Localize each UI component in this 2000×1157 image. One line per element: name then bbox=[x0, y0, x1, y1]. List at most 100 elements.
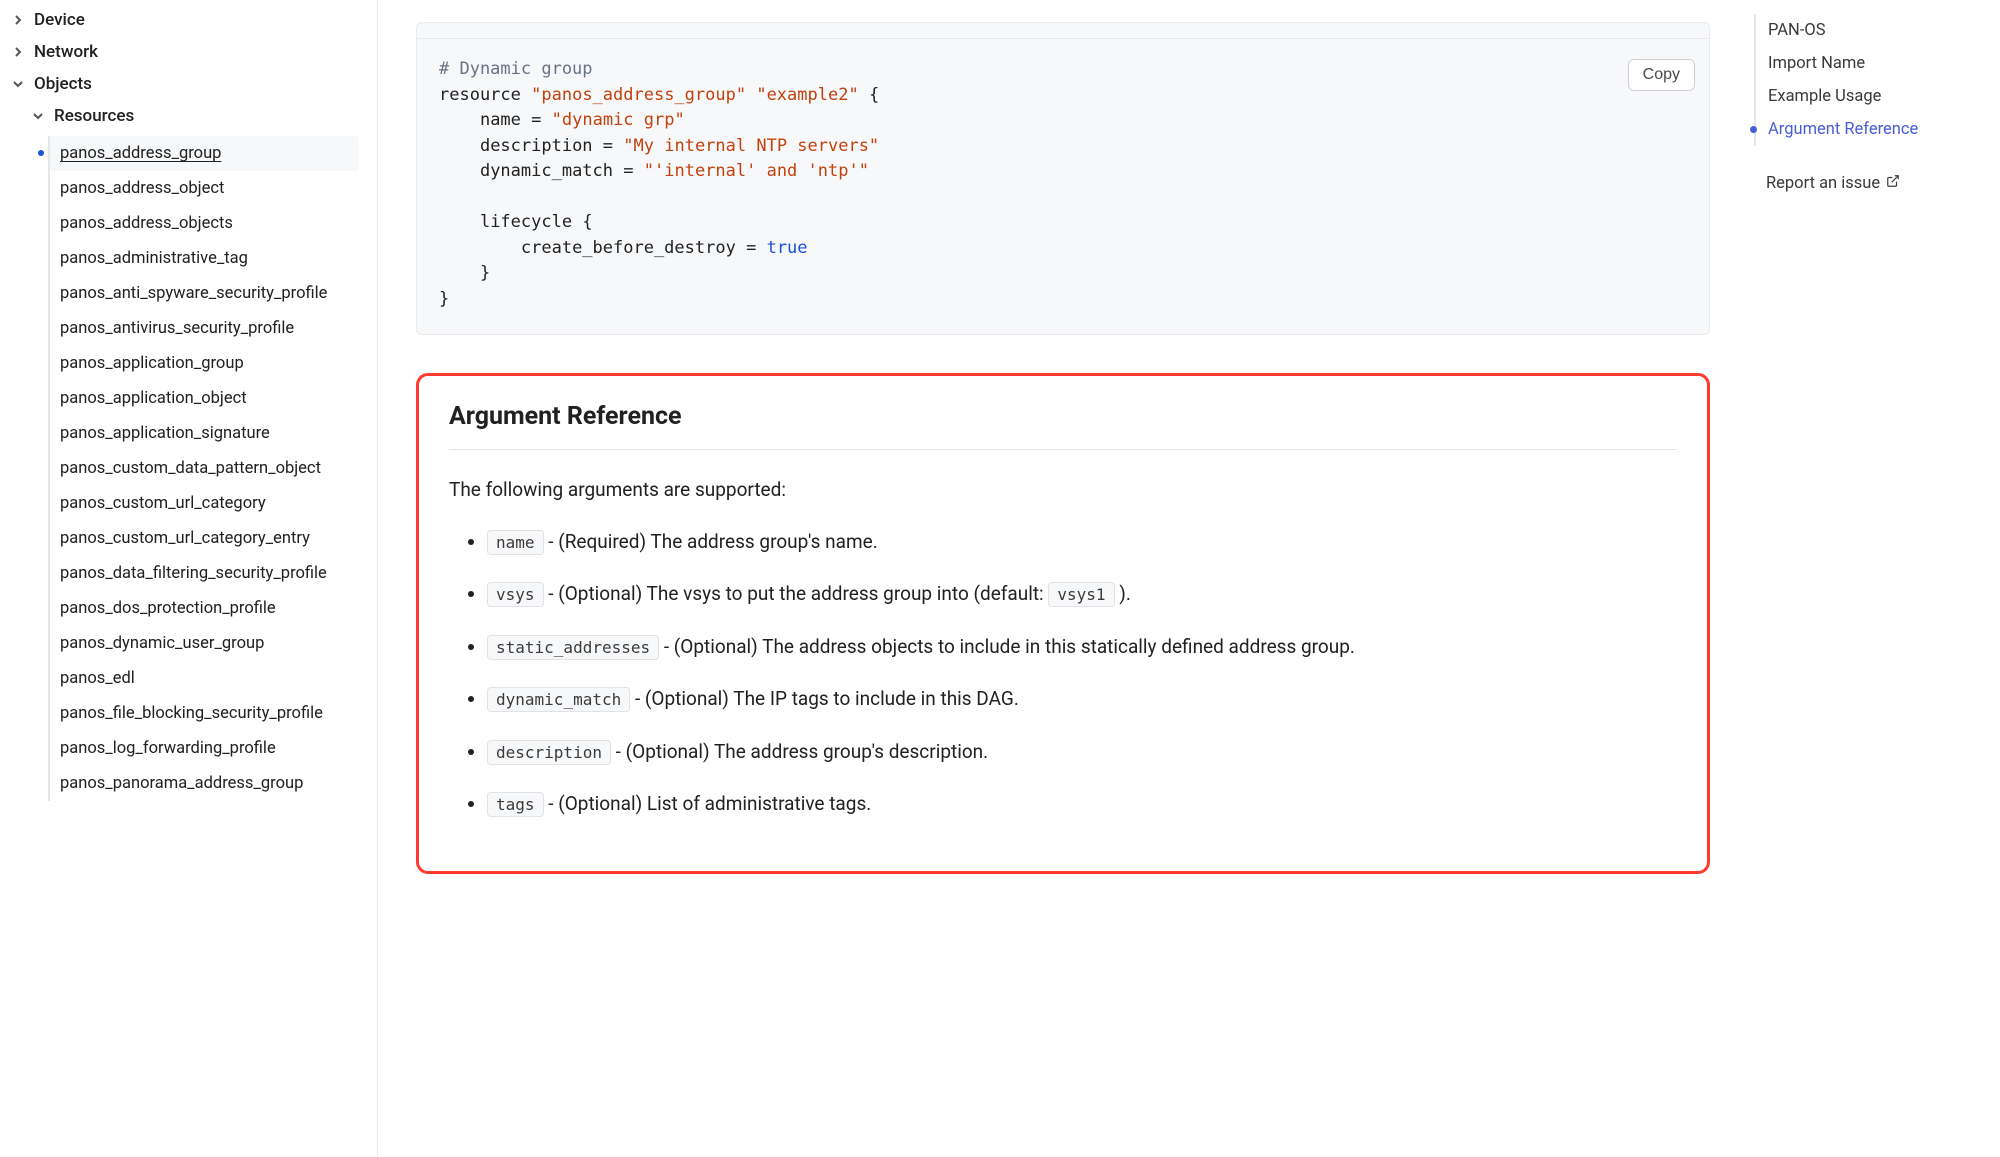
argument-item: tags - (Optional) List of administrative… bbox=[487, 789, 1677, 819]
nav-objects[interactable]: Objects bbox=[0, 68, 377, 100]
right-sidebar: PAN-OS Import Name Example Usage Argumen… bbox=[1738, 0, 2000, 1157]
resource-link: panos_anti_spyware_security_profile bbox=[60, 284, 327, 303]
code-string: "'internal' and 'ntp'" bbox=[644, 161, 869, 181]
arg-desc: - (Optional) List of administrative tags… bbox=[544, 792, 872, 815]
nav-resources[interactable]: Resources bbox=[0, 100, 377, 132]
resource-link: panos_antivirus_security_profile bbox=[60, 319, 294, 338]
toc-item[interactable]: PAN-OS bbox=[1754, 14, 2000, 47]
code-token: resource bbox=[439, 85, 521, 105]
code-string: "My internal NTP servers" bbox=[623, 136, 879, 156]
report-label: Report an issue bbox=[1766, 174, 1880, 193]
nav-device[interactable]: Device bbox=[0, 4, 377, 36]
arg-code: static_addresses bbox=[487, 635, 659, 660]
section-intro: The following arguments are supported: bbox=[449, 478, 1677, 501]
argument-item: static_addresses - (Optional) The addres… bbox=[487, 632, 1677, 662]
chevron-right-icon bbox=[12, 46, 24, 58]
rule bbox=[449, 449, 1677, 450]
code-token: { bbox=[582, 212, 592, 232]
external-link-icon bbox=[1886, 174, 1900, 193]
code-string: "example2" bbox=[756, 85, 858, 105]
code-token: = bbox=[746, 238, 756, 258]
resource-item[interactable]: panos_data_filtering_security_profile bbox=[50, 556, 359, 591]
resource-item[interactable]: panos_application_group bbox=[50, 346, 359, 381]
code-token: = bbox=[623, 161, 633, 181]
code-string: "dynamic grp" bbox=[552, 110, 685, 130]
argument-item: vsys - (Optional) The vsys to put the ad… bbox=[487, 579, 1677, 609]
code-token: } bbox=[480, 263, 490, 283]
nav-label: Device bbox=[34, 10, 85, 30]
toc-item[interactable]: Import Name bbox=[1754, 47, 2000, 80]
code-token: = bbox=[603, 136, 613, 156]
resource-link: panos_administrative_tag bbox=[60, 249, 248, 268]
resource-item[interactable]: panos_address_objects bbox=[50, 206, 359, 241]
resource-item[interactable]: panos_administrative_tag bbox=[50, 241, 359, 276]
code-block: Copy # Dynamic group resource "panos_addr… bbox=[416, 22, 1710, 335]
resource-link: panos_edl bbox=[60, 669, 135, 688]
arg-desc: - (Optional) The IP tags to include in t… bbox=[630, 687, 1019, 710]
argument-item: name - (Required) The address group's na… bbox=[487, 527, 1677, 557]
chevron-right-icon bbox=[12, 14, 24, 26]
argument-item: description - (Optional) The address gro… bbox=[487, 737, 1677, 767]
resource-item[interactable]: panos_address_object bbox=[50, 171, 359, 206]
code-block-top bbox=[417, 23, 1709, 39]
code-comment: # Dynamic group bbox=[439, 59, 593, 79]
section-title: Argument Reference bbox=[449, 402, 1677, 431]
resource-link: panos_custom_data_pattern_object bbox=[60, 459, 321, 478]
resource-link: panos_panorama_address_group bbox=[60, 774, 303, 793]
resource-item[interactable]: panos_anti_spyware_security_profile bbox=[50, 276, 359, 311]
toc-separator bbox=[1754, 146, 2000, 166]
arg-code: tags bbox=[487, 792, 544, 817]
resource-item[interactable]: panos_log_forwarding_profile bbox=[50, 731, 359, 766]
code-token: name bbox=[480, 110, 521, 130]
resource-item[interactable]: panos_custom_data_pattern_object bbox=[50, 451, 359, 486]
arg-code: description bbox=[487, 740, 611, 765]
code-token: } bbox=[439, 289, 449, 309]
arg-code: dynamic_match bbox=[487, 687, 630, 712]
resource-item[interactable]: panos_application_object bbox=[50, 381, 359, 416]
code-token: description bbox=[480, 136, 593, 156]
nav-label: Resources bbox=[54, 106, 134, 126]
resource-link: panos_address_objects bbox=[60, 214, 233, 233]
resource-item[interactable]: panos_dynamic_user_group bbox=[50, 626, 359, 661]
argument-reference-section: Argument Reference The following argumen… bbox=[416, 373, 1710, 874]
report-issue-link[interactable]: Report an issue bbox=[1754, 166, 2000, 201]
resource-link: panos_dynamic_user_group bbox=[60, 634, 264, 653]
code-token: dynamic_match bbox=[480, 161, 613, 181]
resource-link: panos_file_blocking_security_profile bbox=[60, 704, 323, 723]
resource-link: panos_dos_protection_profile bbox=[60, 599, 276, 618]
resource-item[interactable]: panos_antivirus_security_profile bbox=[50, 311, 359, 346]
resource-link: panos_application_group bbox=[60, 354, 244, 373]
arg-desc: - (Optional) The address group's descrip… bbox=[611, 740, 988, 763]
arg-code: vsys bbox=[487, 582, 544, 607]
code-token: { bbox=[869, 85, 879, 105]
code-token: create_before_destroy bbox=[521, 238, 736, 258]
resource-item[interactable]: panos_custom_url_category bbox=[50, 486, 359, 521]
resource-item[interactable]: panos_panorama_address_group bbox=[50, 766, 359, 801]
resource-link: panos_custom_url_category_entry bbox=[60, 529, 310, 548]
copy-button[interactable]: Copy bbox=[1628, 59, 1695, 91]
resource-link: panos_application_object bbox=[60, 389, 247, 408]
resource-link: panos_custom_url_category bbox=[60, 494, 266, 513]
resource-item[interactable]: panos_file_blocking_security_profile bbox=[50, 696, 359, 731]
resource-item[interactable]: panos_custom_url_category_entry bbox=[50, 521, 359, 556]
arg-code: name bbox=[487, 530, 544, 555]
chevron-down-icon bbox=[32, 110, 44, 122]
arg-desc: - (Optional) The address objects to incl… bbox=[659, 635, 1355, 658]
arg-desc: - (Optional) The vsys to put the address… bbox=[544, 582, 1049, 605]
argument-item: dynamic_match - (Optional) The IP tags t… bbox=[487, 684, 1677, 714]
resource-item[interactable]: panos_edl bbox=[50, 661, 359, 696]
code-string: "panos_address_group" bbox=[531, 85, 746, 105]
left-sidebar: Device Network Objects Resources panos_a… bbox=[0, 0, 378, 1157]
arg-desc: ). bbox=[1115, 582, 1131, 605]
resource-item[interactable]: panos_dos_protection_profile bbox=[50, 591, 359, 626]
nav-network[interactable]: Network bbox=[0, 36, 377, 68]
resource-item[interactable]: panos_address_group bbox=[50, 136, 359, 171]
toc-item[interactable]: Example Usage bbox=[1754, 80, 2000, 113]
code-bool: true bbox=[767, 238, 808, 258]
chevron-down-icon bbox=[12, 78, 24, 90]
toc-item[interactable]: Argument Reference bbox=[1754, 113, 2000, 146]
resource-item[interactable]: panos_application_signature bbox=[50, 416, 359, 451]
code-token: lifecycle bbox=[480, 212, 572, 232]
resource-link: panos_address_object bbox=[60, 179, 224, 198]
resource-link: panos_data_filtering_security_profile bbox=[60, 564, 327, 583]
